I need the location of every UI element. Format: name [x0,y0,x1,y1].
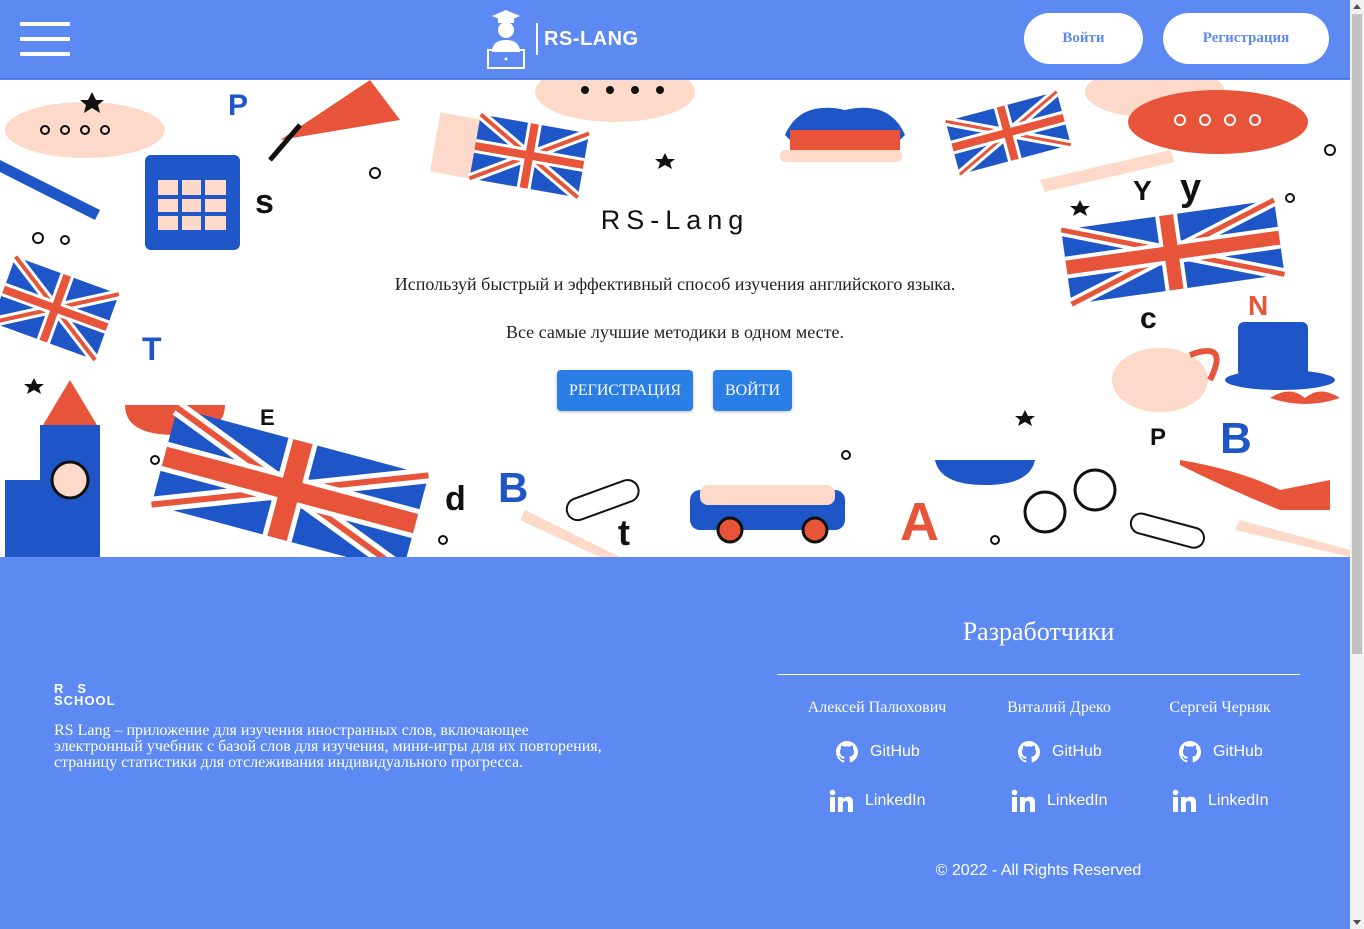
scroll-down-arrow-icon[interactable] [1353,920,1361,925]
developer-card: Сергей Черняк [1140,699,1300,717]
svg-text:B: B [498,464,528,511]
app-description: RS Lang – приложение для изучения иностр… [54,722,602,771]
svg-text:P: P [1150,424,1166,451]
svg-text:B: B [1220,414,1252,463]
svg-text:A: A [900,492,939,552]
developers-title: Разработчики [962,617,1115,646]
page-scrollbar[interactable] [1350,0,1364,929]
hero-register-button[interactable]: РЕГИСТРАЦИЯ [557,370,693,411]
copyright: © 2022 - All Rights Reserved [935,862,1142,879]
developer-name: Виталий Дреко [1007,699,1111,716]
github-icon [1018,741,1040,763]
linkedin-link[interactable]: LinkedIn [1172,789,1269,813]
logo[interactable]: RS-LANG [484,8,639,70]
linkedin-icon [1172,789,1196,812]
header: RS-LANG Войти Регистрация [0,0,1350,79]
header-login-button[interactable]: Войти [1024,13,1143,64]
svg-text:d: d [445,480,466,518]
header-register-button[interactable]: Регистрация [1163,13,1329,64]
developer-name: Сергей Черняк [1169,699,1271,716]
developer-name: Алексей Палюхович [807,699,947,716]
github-link-label: GitHub [1213,743,1263,760]
linkedin-link[interactable]: LinkedIn [1011,789,1108,813]
rs-school-logo-line2: SCHOOL [54,693,116,708]
developer-card: Виталий Дреко [979,699,1139,717]
github-link[interactable]: GitHub [836,741,920,763]
developers-divider [777,674,1300,675]
logo-divider [536,23,538,55]
linkedin-link-label: LinkedIn [1047,792,1108,809]
github-link[interactable]: GitHub [1179,741,1263,763]
hero-background-illustration: P s T E d B t A B P N c Y y [0,80,1350,557]
github-link-label: GitHub [870,743,920,760]
rs-school-logo[interactable]: RS SCHOOL [54,682,126,709]
linkedin-link[interactable]: LinkedIn [829,789,926,813]
hero-subtitle-2: Все самые лучшие методики в одном месте. [505,322,845,342]
menu-icon[interactable] [20,22,70,56]
github-link[interactable]: GitHub [1018,741,1102,763]
scroll-up-arrow-icon[interactable] [1353,4,1361,9]
footer: RS SCHOOL RS Lang – приложение для изуче… [0,557,1350,929]
hero-section: P s T E d B t A B P N c Y y RS-Lang Испо… [0,80,1350,557]
github-icon [836,741,858,763]
student-logo-icon [487,10,525,69]
scrollbar-thumb[interactable] [1352,14,1362,654]
hero-login-button[interactable]: ВОЙТИ [713,370,792,411]
svg-text:t: t [618,512,630,553]
hero-subtitle: Используй быстрый и эффективный способ и… [394,274,956,294]
github-icon [1179,741,1201,763]
svg-text:Y: Y [1133,175,1152,206]
hero-title: RS-Lang [600,205,750,235]
svg-text:y: y [1180,167,1201,209]
logo-text: RS-LANG [544,27,639,50]
developer-card: Алексей Палюхович [797,699,957,717]
linkedin-icon [829,789,853,812]
linkedin-icon [1011,789,1035,812]
linkedin-link-label: LinkedIn [865,792,926,809]
linkedin-link-label: LinkedIn [1208,792,1269,809]
svg-text:P: P [228,89,248,122]
svg-text:E: E [260,405,275,430]
github-link-label: GitHub [1052,743,1102,760]
